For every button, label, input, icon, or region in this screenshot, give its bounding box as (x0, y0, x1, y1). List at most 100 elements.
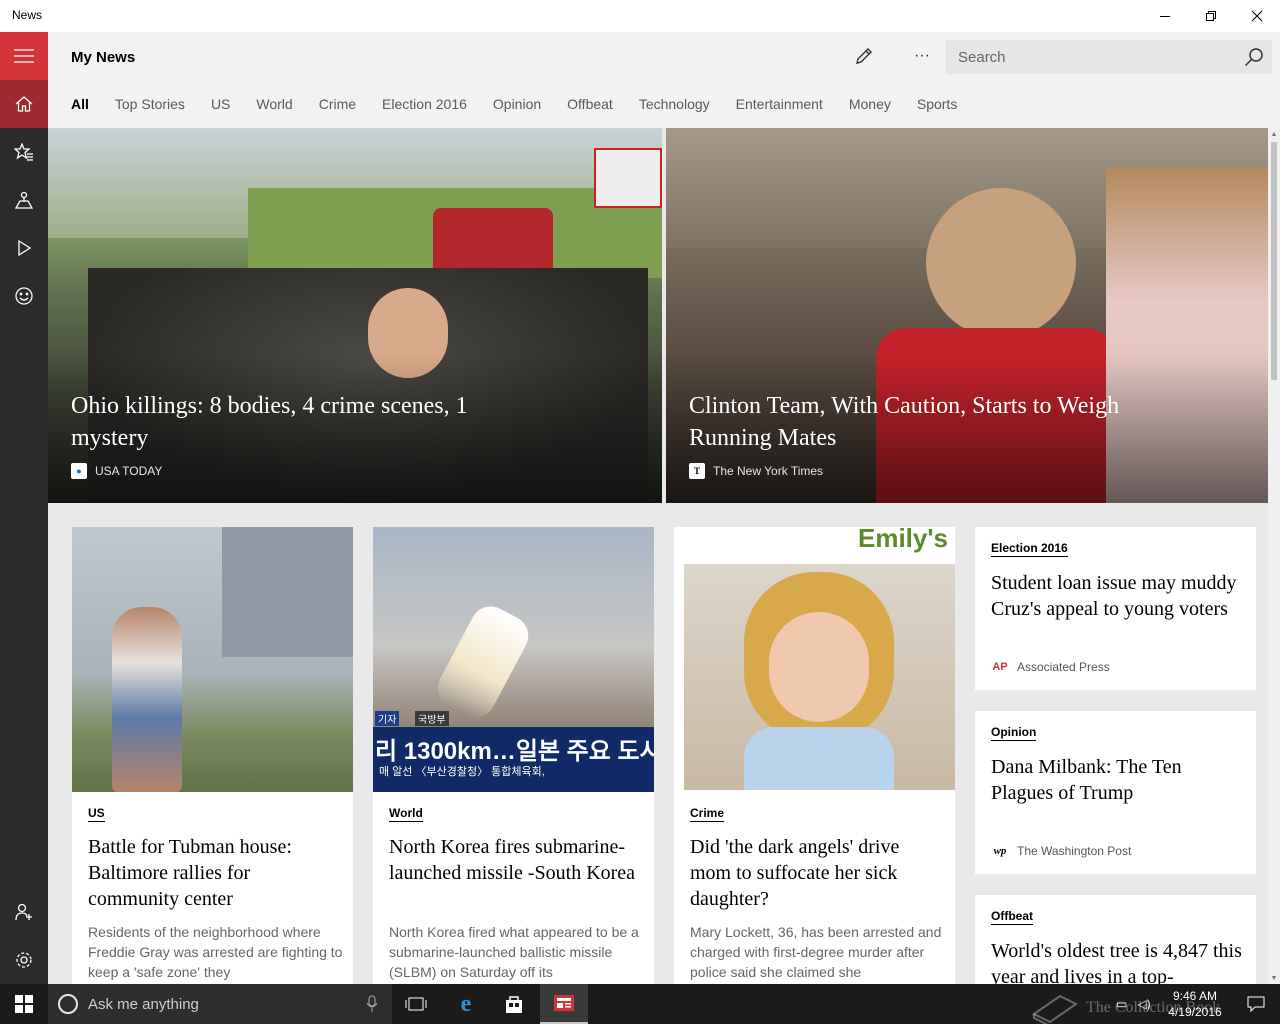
tab-technology[interactable]: Technology (639, 96, 710, 116)
hero-story-1[interactable]: Ohio killings: 8 bodies, 4 crime scenes,… (48, 128, 662, 503)
card-world-title[interactable]: North Korea fires submarine-launched mis… (389, 834, 644, 886)
cortana-search-box[interactable]: Ask me anything (48, 984, 392, 1024)
story-card-crime[interactable]: Emily's Crime Did 'the dark angels' driv… (674, 527, 955, 984)
story-card-us[interactable]: US Battle for Tubman house: Baltimore ra… (72, 527, 353, 984)
favorites-icon (14, 143, 33, 161)
minimize-button[interactable] (1142, 0, 1188, 32)
title-bar: News (0, 0, 1280, 32)
hero-story-2[interactable]: Clinton Team, With Caution, Starts to We… (666, 128, 1268, 503)
edit-button[interactable] (844, 40, 884, 72)
nav-account[interactable] (0, 888, 48, 936)
hamburger-button[interactable] (0, 32, 48, 80)
news-feed: Ohio killings: 8 bodies, 4 crime scenes,… (48, 128, 1268, 984)
tab-sports[interactable]: Sports (917, 96, 957, 116)
close-button[interactable] (1234, 0, 1280, 32)
nyt-logo-icon: T (689, 463, 705, 479)
microphone-icon[interactable] (366, 995, 378, 1013)
app-title: News (12, 8, 43, 22)
minimize-icon (1160, 16, 1170, 17)
card-us-description: Residents of the neighborhood where Fred… (88, 924, 343, 980)
card-world-category[interactable]: World (389, 806, 423, 822)
hero-2-headline[interactable]: Clinton Team, With Caution, Starts to We… (689, 390, 1129, 454)
tab-entertainment[interactable]: Entertainment (736, 96, 823, 116)
side-offbeat-category[interactable]: Offbeat (991, 909, 1033, 925)
side-story-opinion[interactable]: Opinion Dana Milbank: The Ten Plagues of… (975, 711, 1256, 874)
close-icon (1251, 10, 1263, 22)
notifications-icon (1247, 996, 1265, 1012)
side-election-category[interactable]: Election 2016 (991, 541, 1068, 557)
washington-post-logo-icon: wp (993, 845, 1007, 857)
book-watermark-icon (1032, 994, 1078, 1026)
search-button[interactable] (1242, 45, 1266, 69)
hero-1-ambulance (594, 148, 662, 208)
edge-browser-icon: e (460, 990, 472, 1017)
interests-icon (15, 287, 33, 305)
card-crime-category[interactable]: Crime (690, 806, 725, 822)
task-view-icon (405, 997, 427, 1011)
cortana-icon (58, 994, 78, 1014)
tab-all[interactable]: All (71, 96, 89, 116)
hamburger-menu-icon (14, 49, 34, 63)
store-taskbar-button[interactable] (490, 984, 538, 1024)
pencil-icon (856, 48, 872, 64)
nav-interests[interactable] (0, 272, 48, 320)
tab-opinion[interactable]: Opinion (493, 96, 541, 116)
tab-top-stories[interactable]: Top Stories (115, 96, 185, 116)
side-offbeat-title[interactable]: World's oldest tree is 4,847 this year a… (991, 938, 1246, 984)
hero-2-source: T The New York Times (689, 463, 823, 479)
tab-us[interactable]: US (211, 96, 230, 116)
nav-favorites[interactable] (0, 128, 48, 176)
edge-taskbar-button[interactable]: e (442, 984, 490, 1024)
tab-election-2016[interactable]: Election 2016 (382, 96, 467, 116)
search-input[interactable] (946, 40, 1236, 74)
home-icon (15, 96, 33, 112)
card-world-tag-2: 국방부 (415, 711, 449, 726)
card-crime-title[interactable]: Did 'the dark angels' drive mom to suffo… (690, 834, 945, 912)
scroll-up-arrow-icon[interactable]: ▲ (1268, 128, 1280, 140)
hero-1-source-name: USA TODAY (95, 464, 163, 478)
start-button[interactable] (0, 984, 48, 1024)
side-opinion-category[interactable]: Opinion (991, 725, 1037, 741)
tab-money[interactable]: Money (849, 96, 891, 116)
restore-button[interactable] (1188, 0, 1234, 32)
search-box (946, 40, 1272, 74)
tab-crime[interactable]: Crime (319, 96, 356, 116)
restore-icon (1206, 11, 1216, 21)
nav-home[interactable] (0, 80, 48, 128)
side-opinion-source-name: The Washington Post (1017, 844, 1132, 858)
news-taskbar-button[interactable] (540, 984, 588, 1024)
action-center-button[interactable] (1232, 984, 1280, 1024)
side-election-title[interactable]: Student loan issue may muddy Cruz's appe… (991, 570, 1246, 622)
tab-world[interactable]: World (256, 96, 292, 116)
side-opinion-source: wp The Washington Post (991, 844, 1132, 858)
tab-offbeat[interactable]: Offbeat (567, 96, 613, 116)
nav-settings[interactable] (0, 936, 48, 984)
card-us-mural (222, 527, 353, 657)
card-us-title[interactable]: Battle for Tubman house: Baltimore ralli… (88, 834, 343, 912)
local-icon (15, 191, 33, 209)
scrollbar-thumb[interactable] (1271, 142, 1277, 380)
navigation-rail (0, 32, 48, 984)
side-opinion-title[interactable]: Dana Milbank: The Ten Plagues of Trump (991, 754, 1246, 806)
card-us-category[interactable]: US (88, 806, 105, 822)
nav-local[interactable] (0, 176, 48, 224)
task-view-button[interactable] (392, 984, 440, 1024)
side-story-election[interactable]: Election 2016 Student loan issue may mud… (975, 527, 1256, 690)
vertical-scrollbar[interactable]: ▲ ▼ (1268, 128, 1280, 984)
side-election-source-name: Associated Press (1017, 660, 1110, 674)
card-world-ticker: 매 알선 〈부산경찰청〉 통합체육회, (379, 766, 545, 778)
search-icon (1244, 48, 1263, 67)
story-card-world[interactable]: 기자 국방부 리 1300km…일본 주요 도시 매 알선 〈부산경찰청〉 통합… (373, 527, 654, 984)
card-world-banner-text: 리 1300km…일본 주요 도시 (375, 738, 654, 765)
card-crime-sign-text: Emily's (858, 527, 949, 553)
app-header: My News ··· All Top Stories US World Cri… (48, 32, 1280, 128)
windows-logo-icon (15, 995, 33, 1013)
side-story-offbeat[interactable]: Offbeat World's oldest tree is 4,847 thi… (975, 895, 1256, 984)
settings-icon (16, 952, 32, 968)
scroll-down-arrow-icon[interactable]: ▼ (1268, 972, 1280, 984)
card-world-image: 기자 국방부 리 1300km…일본 주요 도시 매 알선 〈부산경찰청〉 통합… (373, 527, 654, 792)
card-world-tag-1: 기자 (375, 711, 400, 726)
nav-video[interactable] (0, 224, 48, 272)
more-button[interactable]: ··· (902, 40, 942, 72)
hero-1-headline[interactable]: Ohio killings: 8 bodies, 4 crime scenes,… (71, 390, 511, 454)
